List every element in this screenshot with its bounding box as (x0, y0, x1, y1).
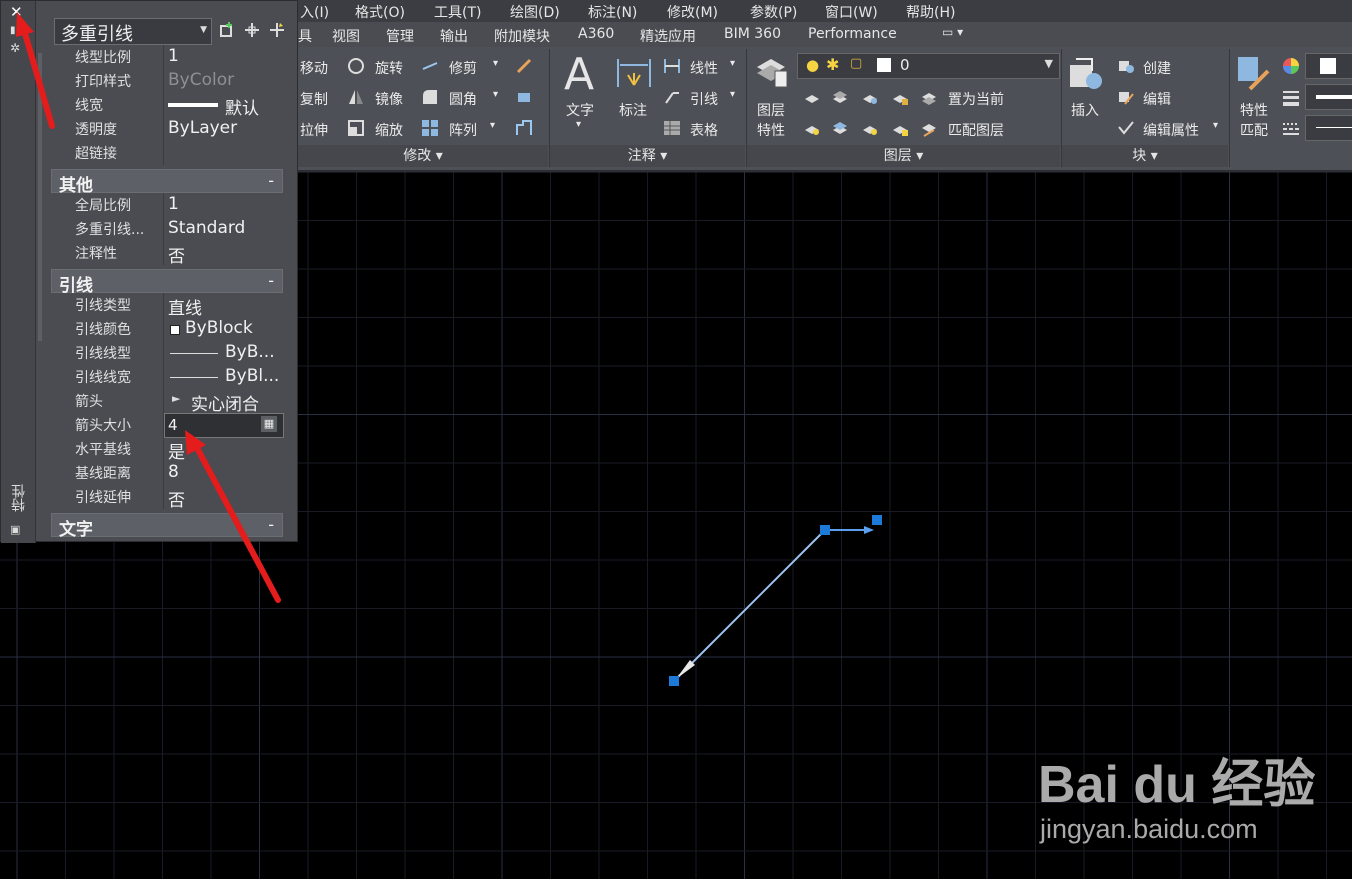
red-arrow-close (21, 27, 55, 129)
red-arrowhead-close (16, 12, 34, 37)
annotation-arrows (16, 12, 281, 603)
red-arrow-arrowsize (193, 443, 281, 603)
